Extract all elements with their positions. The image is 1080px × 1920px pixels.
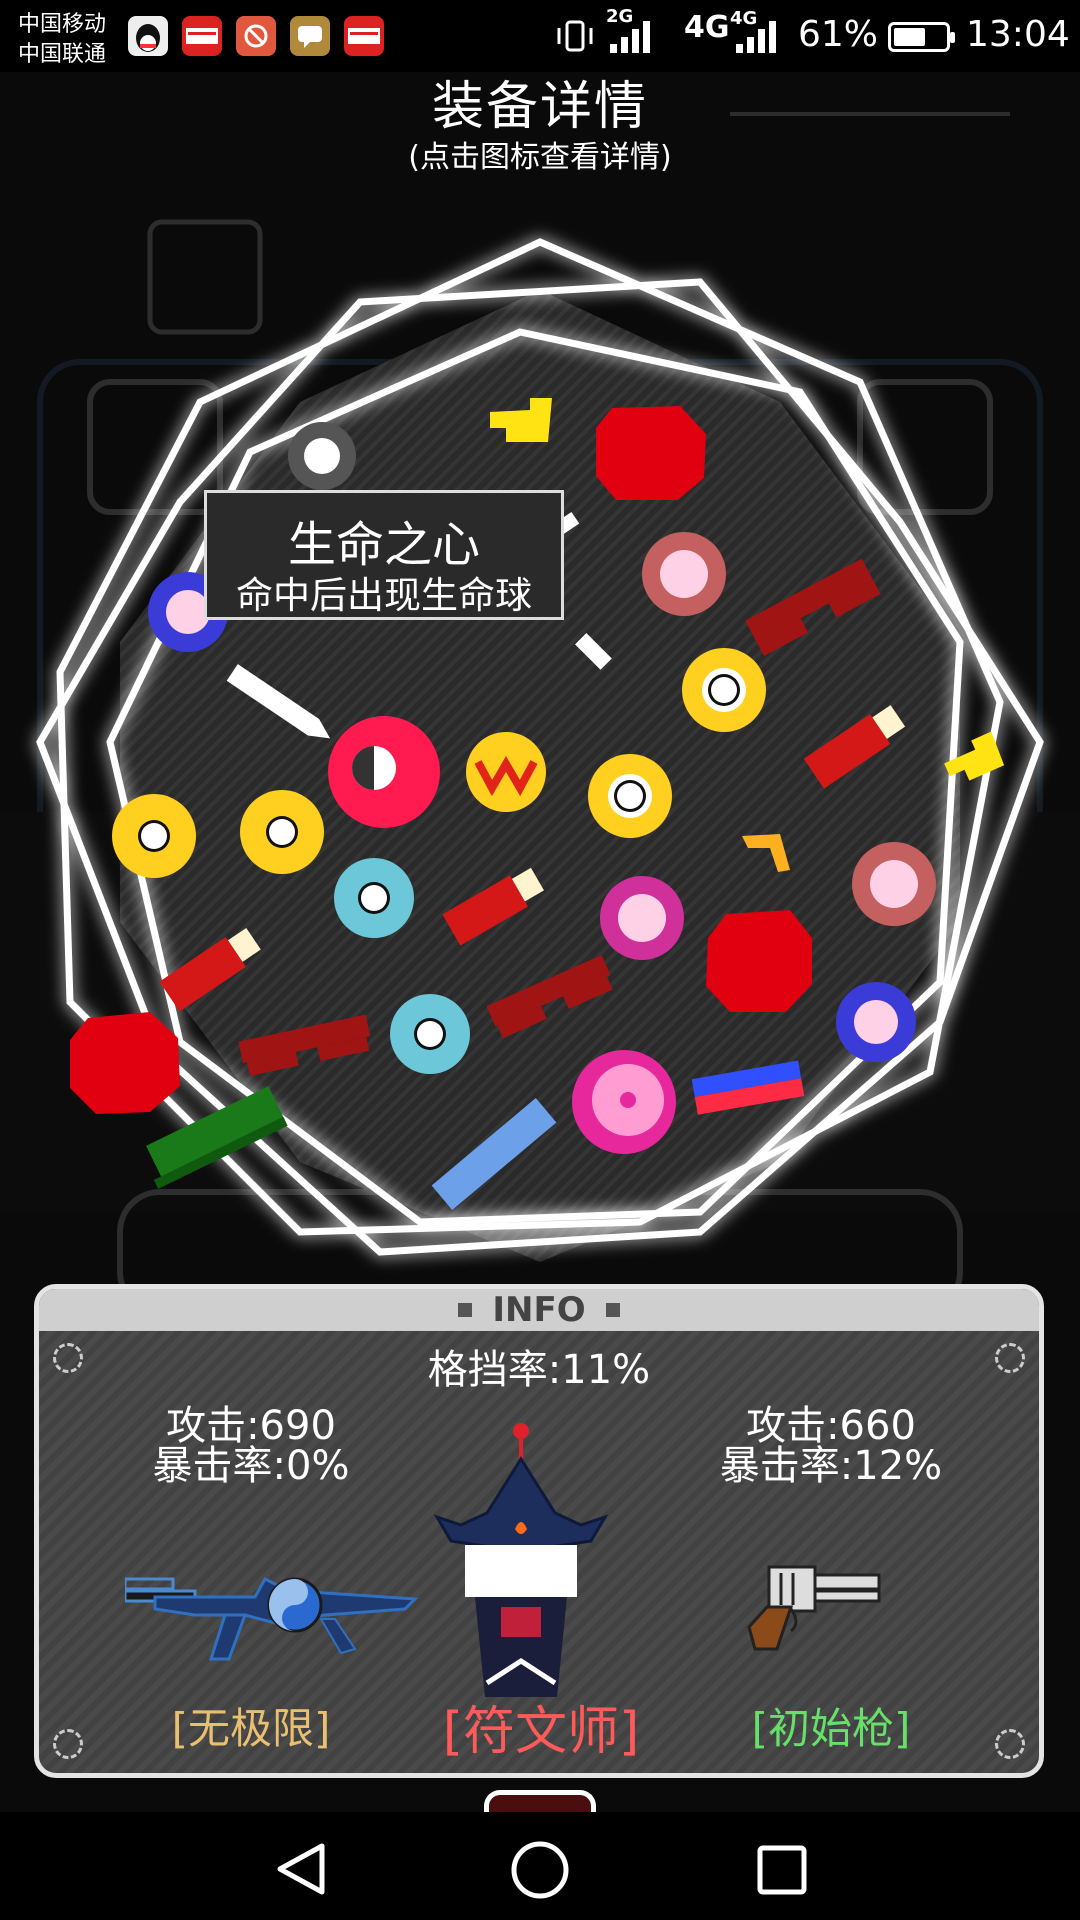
right-weapon-crit: 暴击率:12%	[719, 1443, 943, 1489]
status-bar: 中国移动 中国联通 2G 4G 4G 61% 13:04	[0, 0, 1080, 72]
info-header-label: INFO	[492, 1290, 586, 1330]
equipment-octagon	[36, 238, 1044, 1262]
red-octagon-icon-3[interactable]	[70, 1012, 180, 1114]
magenta-donut-icon[interactable]	[572, 1050, 676, 1154]
info-panel: INFO 格挡率:11% 攻击:690 暴击率:0% 攻击:660 暴击率:12…	[34, 1284, 1044, 1778]
red-octagon-icon-2[interactable]	[706, 910, 812, 1012]
left-weapon-crit: 暴击率:0%	[152, 1443, 350, 1489]
carrier-2-label: 中国联通	[18, 42, 107, 67]
left-weapon-icon[interactable]	[125, 1559, 425, 1669]
carrier-1-label: 中国移动	[18, 12, 107, 37]
hidden-menu-button[interactable]	[484, 1790, 596, 1812]
signal-4g-icon	[736, 21, 776, 53]
signal-2g-icon	[610, 21, 650, 53]
recent-apps-icon[interactable]	[756, 1844, 808, 1896]
purple-flower-icon[interactable]	[836, 982, 916, 1062]
youku-app-icon-2	[344, 16, 384, 56]
right-weapon-name: [初始枪]	[751, 1704, 911, 1753]
home-icon[interactable]	[510, 1840, 570, 1900]
clock: 13:04	[966, 14, 1070, 55]
item-tooltip: 生命之心 命中后出现生命球	[204, 490, 564, 620]
yellow-ring-icon[interactable]	[682, 648, 766, 732]
info-header-left-square	[458, 1302, 473, 1317]
battery-fill	[894, 28, 925, 46]
life-heart-icon[interactable]	[328, 716, 440, 828]
character-name: [符文师]	[442, 1702, 640, 1762]
pink-flower-icon-2[interactable]	[852, 842, 936, 926]
battery-icon	[888, 22, 955, 52]
game-screen: 装备详情 (点击图标查看详情) 生命之心 命中后出现生命球 INFO 格挡率:1…	[0, 72, 1080, 1812]
magenta-flower-icon[interactable]	[600, 876, 684, 960]
right-weapon-icon[interactable]	[747, 1557, 887, 1657]
corner-bolt-icon	[53, 1729, 83, 1759]
network-4g-label: 4G	[684, 10, 730, 45]
rune-mage-character-icon[interactable]	[431, 1421, 611, 1701]
left-weapon-attack: 攻击:690	[166, 1403, 336, 1449]
yellow-medal-icon[interactable]	[466, 732, 546, 812]
cyan-ring-icon-2[interactable]	[390, 994, 470, 1074]
blocked-app-icon	[236, 16, 276, 56]
message-app-icon	[290, 16, 330, 56]
block-rate: 格挡率:11%	[427, 1347, 651, 1393]
navigation-bar	[0, 1812, 1080, 1920]
red-octagon-icon[interactable]	[596, 406, 706, 500]
right-weapon-attack: 攻击:660	[746, 1403, 916, 1449]
info-header: INFO	[39, 1289, 1039, 1331]
gear-gray-icon-2[interactable]	[288, 422, 356, 490]
corner-bolt-icon	[995, 1729, 1025, 1759]
yellow-ring-icon-4[interactable]	[240, 790, 324, 874]
vibrate-icon	[557, 20, 593, 52]
back-icon[interactable]	[274, 1842, 328, 1896]
tooltip-item-desc: 命中后出现生命球	[236, 574, 532, 617]
qq-app-icon	[128, 16, 168, 56]
cyan-ring-icon[interactable]	[334, 858, 414, 938]
yellow-ring-icon-3[interactable]	[112, 794, 196, 878]
youku-app-icon	[182, 16, 222, 56]
battery-percent: 61%	[798, 14, 879, 55]
page-title: 装备详情	[431, 77, 648, 137]
pink-flower-icon[interactable]	[642, 532, 726, 616]
page-subtitle: (点击图标查看详情)	[408, 140, 672, 175]
info-header-right-square	[605, 1302, 620, 1317]
left-weapon-name: [无极限]	[171, 1704, 331, 1753]
yellow-ring-icon-2[interactable]	[588, 754, 672, 838]
